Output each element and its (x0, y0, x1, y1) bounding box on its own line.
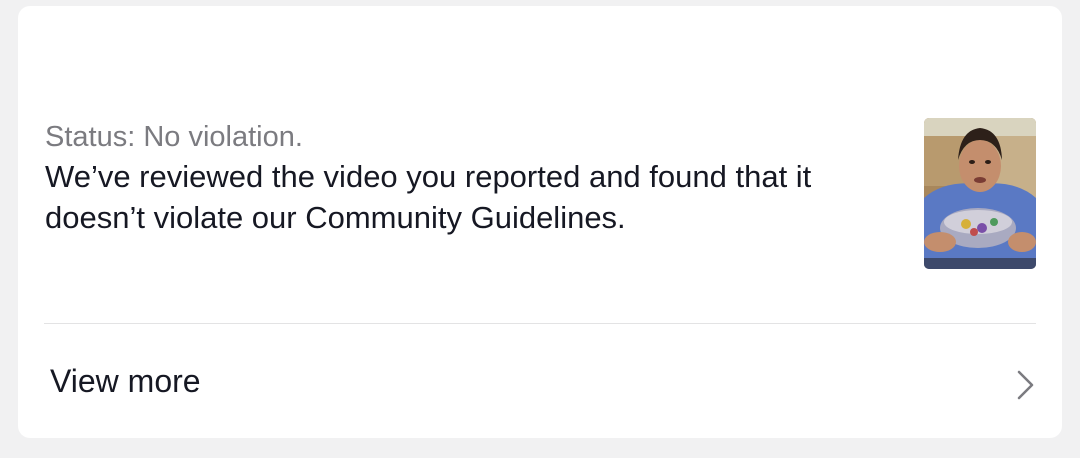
video-thumbnail-image (924, 118, 1036, 269)
report-message: We’ve reviewed the video you reported an… (45, 159, 812, 235)
chevron-right-icon (1017, 370, 1034, 400)
report-text-block: Status: No violation. We’ve reviewed the… (45, 120, 895, 238)
video-thumbnail[interactable] (924, 118, 1036, 269)
report-status-card: Status: No violation. We’ve reviewed the… (18, 6, 1062, 438)
view-more-row[interactable]: View more (44, 324, 1036, 438)
report-status: Status: No violation. (45, 121, 303, 153)
view-more-label[interactable]: View more (50, 362, 201, 400)
